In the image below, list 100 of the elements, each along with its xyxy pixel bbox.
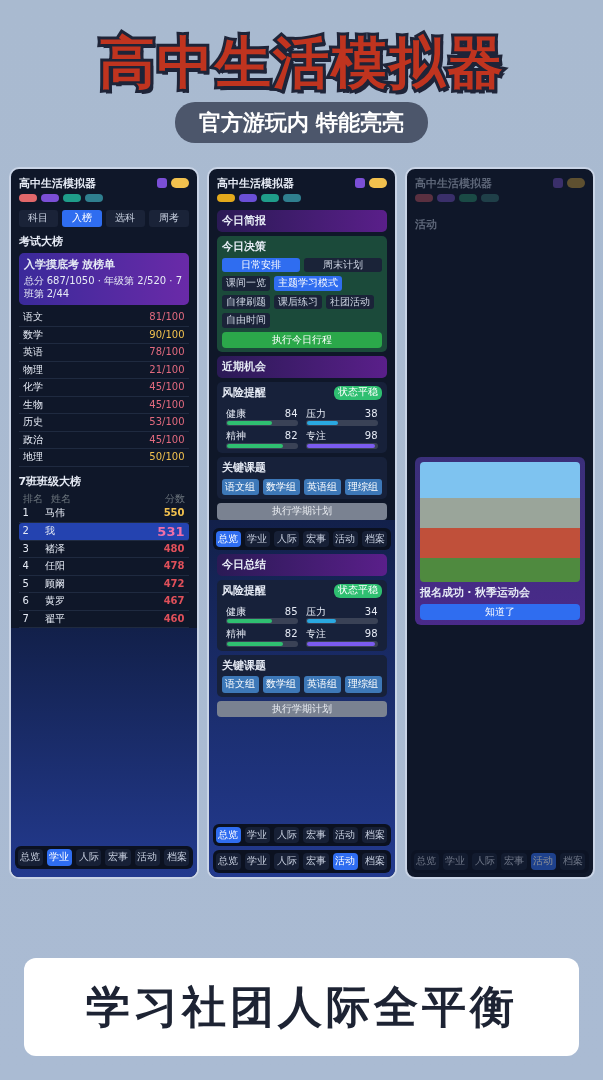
topic-button[interactable]: 语文组 <box>221 478 259 496</box>
subject-name: 化学 <box>22 381 43 394</box>
nav-tab[interactable]: 档案 <box>362 826 388 844</box>
section-title: 关键课题 <box>221 658 267 673</box>
topic-button[interactable]: 英语组 <box>303 676 341 693</box>
nav-tab[interactable]: 宏事 <box>303 853 329 870</box>
nav-tab[interactable]: 活动 <box>332 530 359 548</box>
meter-label: 专注 <box>305 628 326 641</box>
meter-label: 健康 <box>225 407 246 421</box>
app-title: 高中生活模拟器 <box>98 32 505 94</box>
tab[interactable]: 科目 <box>18 210 58 227</box>
nav-tab[interactable]: 档案 <box>362 853 388 870</box>
subject-name: 地理 <box>22 451 43 464</box>
meter-label: 专注 <box>305 430 326 443</box>
tab[interactable]: 入榜 <box>62 210 102 227</box>
nav-tab[interactable]: 档案 <box>560 853 586 870</box>
option-button[interactable]: 课间一览 <box>221 276 270 291</box>
nav-tab[interactable]: 人际 <box>274 853 300 870</box>
score-value: 78/100 <box>149 346 185 359</box>
rank-number: 3 <box>22 542 29 556</box>
nav-tab[interactable]: 学业 <box>244 530 271 548</box>
score-value: 472 <box>163 577 185 591</box>
nav-tab[interactable]: 学业 <box>244 853 271 870</box>
topic-button[interactable]: 理综组 <box>344 676 382 693</box>
nav-tab[interactable]: 活动 <box>134 849 161 866</box>
meter-reading: 82 <box>284 628 298 641</box>
nav-tab[interactable]: 宏事 <box>303 826 329 844</box>
nav-tab[interactable]: 人际 <box>274 826 300 844</box>
topic-button[interactable]: 数学组 <box>262 478 300 496</box>
nav-tab[interactable]: 宏事 <box>501 853 527 870</box>
column-header: 分数 <box>164 492 185 506</box>
nav-tab[interactable]: 活动 <box>332 826 359 844</box>
nav-tab[interactable]: 学业 <box>442 853 469 870</box>
subject-name: 英语 <box>22 346 43 359</box>
ranking-row[interactable]: 1 马伟 550 <box>18 505 189 523</box>
section-title: 今日总结 <box>221 558 266 572</box>
student-name: 任阳 <box>43 560 66 573</box>
rank-number: 7 <box>22 612 29 626</box>
meter-reading: 82 <box>284 430 298 443</box>
rank-number: 5 <box>22 577 29 591</box>
score-value: 50/100 <box>149 451 185 464</box>
confirm-button[interactable]: 知道了 <box>419 603 580 621</box>
option-button[interactable]: 课后练习 <box>273 294 322 310</box>
score-value: 550 <box>163 507 185 520</box>
nav-tab[interactable]: 总览 <box>215 853 241 870</box>
topic-button[interactable]: 理综组 <box>344 478 382 496</box>
nav-tab[interactable]: 总览 <box>215 826 241 844</box>
rank-number: 1 <box>22 507 29 520</box>
nav-tab[interactable]: 人际 <box>76 849 102 866</box>
ranking-row[interactable]: 4 任阳 478 <box>18 558 189 576</box>
nav-tab[interactable]: 学业 <box>46 849 73 866</box>
slogan-banner: 学习社团人际全平衡 <box>24 958 579 1056</box>
nav-tab[interactable]: 档案 <box>164 849 190 866</box>
nav-tab[interactable]: 档案 <box>362 530 388 548</box>
student-name: 马伟 <box>43 507 66 520</box>
mode-tab[interactable]: 日常安排 <box>221 257 300 273</box>
option-button[interactable]: 自律刷题 <box>221 294 270 310</box>
section-title: 风险提醒 <box>221 583 266 598</box>
score-value: 531 <box>157 524 185 538</box>
meter-label: 压力 <box>305 605 326 619</box>
nav-tab[interactable]: 学业 <box>244 826 271 844</box>
meter-reading: 38 <box>364 407 378 421</box>
option-button[interactable]: 自由时间 <box>221 313 270 328</box>
section-title: 今日简报 <box>221 214 266 228</box>
screen-title: 高中生活模拟器 <box>216 176 294 191</box>
tab[interactable]: 周考 <box>149 210 189 227</box>
meter-label: 精神 <box>225 430 246 443</box>
meter-label: 压力 <box>305 407 326 421</box>
section-title: 近期机会 <box>221 360 266 374</box>
score-value: 467 <box>163 595 185 608</box>
subject-name: 语文 <box>22 311 43 324</box>
topic-button[interactable]: 英语组 <box>303 478 341 496</box>
subject-name: 数学 <box>22 328 43 342</box>
nav-tab[interactable]: 活动 <box>332 853 359 870</box>
ranking-row[interactable]: 3 褚泽 480 <box>18 540 189 559</box>
nav-tab[interactable]: 宏事 <box>105 849 131 866</box>
nav-tab[interactable]: 人际 <box>472 853 498 870</box>
meter-reading: 85 <box>284 605 298 619</box>
ranking-row[interactable]: 5 顾阚 472 <box>18 575 189 594</box>
topic-button[interactable]: 数学组 <box>262 676 300 693</box>
tab[interactable]: 选科 <box>105 210 145 227</box>
score-value: 480 <box>163 542 185 556</box>
score-value: 478 <box>163 560 185 573</box>
meter-reading: 34 <box>364 605 378 619</box>
mode-tab[interactable]: 周末计划 <box>303 257 382 273</box>
column-header: 排名 <box>22 492 43 506</box>
score-value: 460 <box>163 612 185 626</box>
nav-tab[interactable]: 总览 <box>215 530 241 548</box>
status-badge: 状态平稳 <box>333 386 382 400</box>
option-button[interactable]: 主题学习模式 <box>273 276 342 291</box>
nav-tab[interactable]: 总览 <box>413 853 439 870</box>
nav-tab[interactable]: 人际 <box>274 530 300 548</box>
ranking-row[interactable]: 6 黄罗 467 <box>18 593 189 611</box>
rank-number: 2 <box>22 524 29 538</box>
nav-tab[interactable]: 总览 <box>17 849 43 866</box>
topic-button[interactable]: 语文组 <box>221 676 259 693</box>
meter-reading: 84 <box>284 407 298 421</box>
subject-name: 物理 <box>22 363 43 377</box>
nav-tab[interactable]: 宏事 <box>303 530 329 548</box>
option-button[interactable]: 社团活动 <box>325 294 374 310</box>
